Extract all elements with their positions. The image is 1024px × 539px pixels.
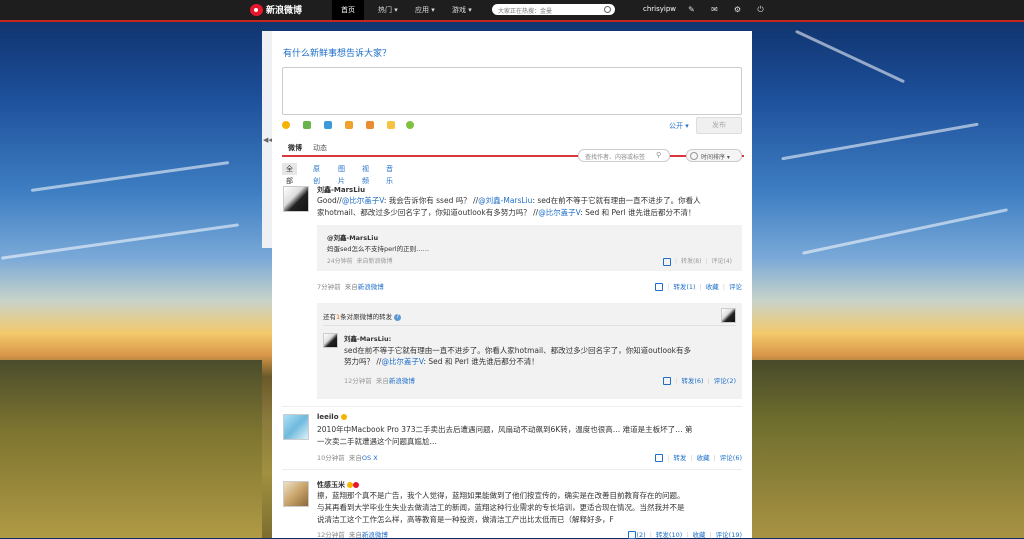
search-input[interactable]: 大家正在热搜：金曼 [492,4,615,15]
post-text: 2010年中Macbook Pro 373二手卖出去后遭遇问题，风扇动不动飙到6… [317,425,693,446]
repost-author: 刘鑫-MarsLiu: [344,335,392,343]
post-meta: 7分钟前 来自新浪微博 [317,283,384,291]
settings-icon[interactable]: ⚙ [733,5,742,14]
landscape-left [0,360,262,538]
comment-button[interactable]: 评论(2) [714,377,736,385]
top-navigation-bar: 新浪微博 首页 热门 ▾ 应用 ▾ 游戏 ▾ 大家正在热搜：金曼 chrisyi… [0,0,1024,22]
comment-button[interactable]: 评论 [729,283,742,291]
weibo-eye-icon [250,3,263,16]
quoted-repost[interactable]: 转发(8) [681,258,702,265]
avatar[interactable] [323,333,338,348]
topic-icon[interactable] [345,121,353,129]
comment-button[interactable]: 评论(6) [720,454,742,462]
favorite-button[interactable]: 收藏 [697,454,710,462]
post-button[interactable]: 发布 [696,117,742,134]
repost-meta: 12分钟前 来自新浪微博 [344,377,415,385]
help-icon[interactable]: ? [394,313,402,321]
mention-link[interactable]: @比尔盖子V [538,208,580,217]
post-text: 擦，蓝翔那个真不是广告，我个人觉得，蓝翔如果能做到了他们按宣传的，确实是在改善目… [317,491,685,524]
post-author: 性感玉米 [317,480,360,490]
search-icon[interactable]: ⚲ [656,151,661,159]
repost-actions: | 转发(6) | 评论(2) [663,375,736,385]
tab-activity[interactable]: 动态 [313,143,327,153]
weibo-logo[interactable]: 新浪微博 [250,3,302,16]
quoted-meta: 24分钟前 来自新浪微博 [327,258,393,265]
nav-apps[interactable]: 应用 ▾ [406,0,444,20]
like-icon[interactable] [662,257,671,266]
quoted-text: 妈蛋sed怎么不支持perl的正则…… [327,245,430,253]
emoji-icon[interactable] [282,121,290,129]
subtab-all[interactable]: 全部 [282,163,297,185]
nav-games[interactable]: 游戏 ▾ [443,0,481,20]
repost-button[interactable]: 转发(1) [673,283,695,291]
compose-toolbar [282,121,432,131]
post-text: Good//@比尔盖子V: 我会告诉你有 ssed 吗？ //@刘鑫-MarsL… [317,196,701,217]
like-icon[interactable] [655,283,664,291]
repost-text: sed在前不等于它就有理由一直不进步了。你看人家hotmail、都改过多少回名字… [344,346,692,366]
more-reposts-text[interactable]: 还有1条对原微博的转发 ? [323,311,402,321]
mention-link[interactable]: @比尔盖子V [342,196,384,205]
like-icon[interactable] [655,454,664,462]
avatar[interactable] [283,186,309,212]
subtab-video[interactable]: 视频 [358,163,373,185]
repost-list: 还有1条对原微博的转发 ? 刘鑫-MarsLiu: sed在前不等于它就有理由一… [317,303,742,399]
repost-button[interactable]: 转发 [673,454,686,462]
post-actions: | 转发(1) | 收藏 | 评论 [655,281,742,291]
nav-home[interactable]: 首页 [332,0,364,20]
feed-tabs: 微博 动态 [282,143,744,157]
like-icon[interactable] [663,377,672,385]
member-icon[interactable] [353,482,360,488]
divider [282,469,742,470]
more-icon[interactable] [406,121,414,129]
subtab-images[interactable]: 图片 [334,163,349,185]
subtab-music[interactable]: 音乐 [382,163,397,185]
repost-button[interactable]: 转发(6) [681,377,703,385]
landscape-right [752,360,1024,538]
compose-title: 有什么新鲜事想告诉大家？ [283,49,392,59]
video-icon[interactable] [324,121,332,129]
username-link[interactable]: chrisyipw [643,5,676,13]
post-author: leeilo [317,413,347,421]
divider [282,406,742,407]
subtab-original[interactable]: 原创 [309,163,324,185]
verified-icon[interactable] [340,414,347,420]
mail-icon[interactable]: ✉ [710,5,719,14]
avatar[interactable] [283,481,309,507]
quoted-actions: | 转发(8) | 评论(4) [662,256,733,266]
quoted-post: @刘鑫-MarsLiu 妈蛋sed怎么不支持perl的正则…… 24分钟前 来自… [317,225,742,271]
divider [323,325,736,326]
feed-filter-input[interactable]: 查找作者、内容或标签 ⚲ [578,149,670,162]
tab-weibo[interactable]: 微博 [288,143,302,153]
quoted-comment[interactable]: 评论(4) [712,258,733,265]
sort-dropdown[interactable]: 时间排序 ▾ [686,149,742,162]
post-author[interactable]: 刘鑫-MarsLiu [317,185,365,195]
search-icon[interactable] [604,6,611,13]
edit-icon[interactable]: ✎ [687,5,696,14]
main-panel: 有什么新鲜事想告诉大家？ 公开 ▾ 发布 微博 动态 查找作者、内容或标签 ⚲ … [272,31,752,539]
post-actions: | 转发 | 收藏 | 评论(6) [655,452,742,462]
avatar-small[interactable] [721,308,736,323]
app-icon[interactable] [387,121,395,129]
favorite-button[interactable]: 收藏 [706,283,719,291]
visibility-dropdown[interactable]: 公开 ▾ [669,121,689,131]
avatar[interactable] [283,414,309,440]
vote-icon[interactable] [366,121,374,129]
clock-icon [690,152,698,160]
mention-link[interactable]: @刘鑫-MarsLiu [478,196,532,205]
nav-hot[interactable]: 热门 ▾ [369,0,407,20]
mention-link[interactable]: @比尔盖子V [381,357,423,366]
image-icon[interactable] [303,121,311,129]
quoted-author[interactable]: @刘鑫-MarsLiu [327,232,378,242]
post-meta: 10分钟前 来自OS X [317,454,378,462]
power-icon[interactable]: ⏻ [756,5,765,14]
compose-textarea[interactable] [282,67,742,115]
